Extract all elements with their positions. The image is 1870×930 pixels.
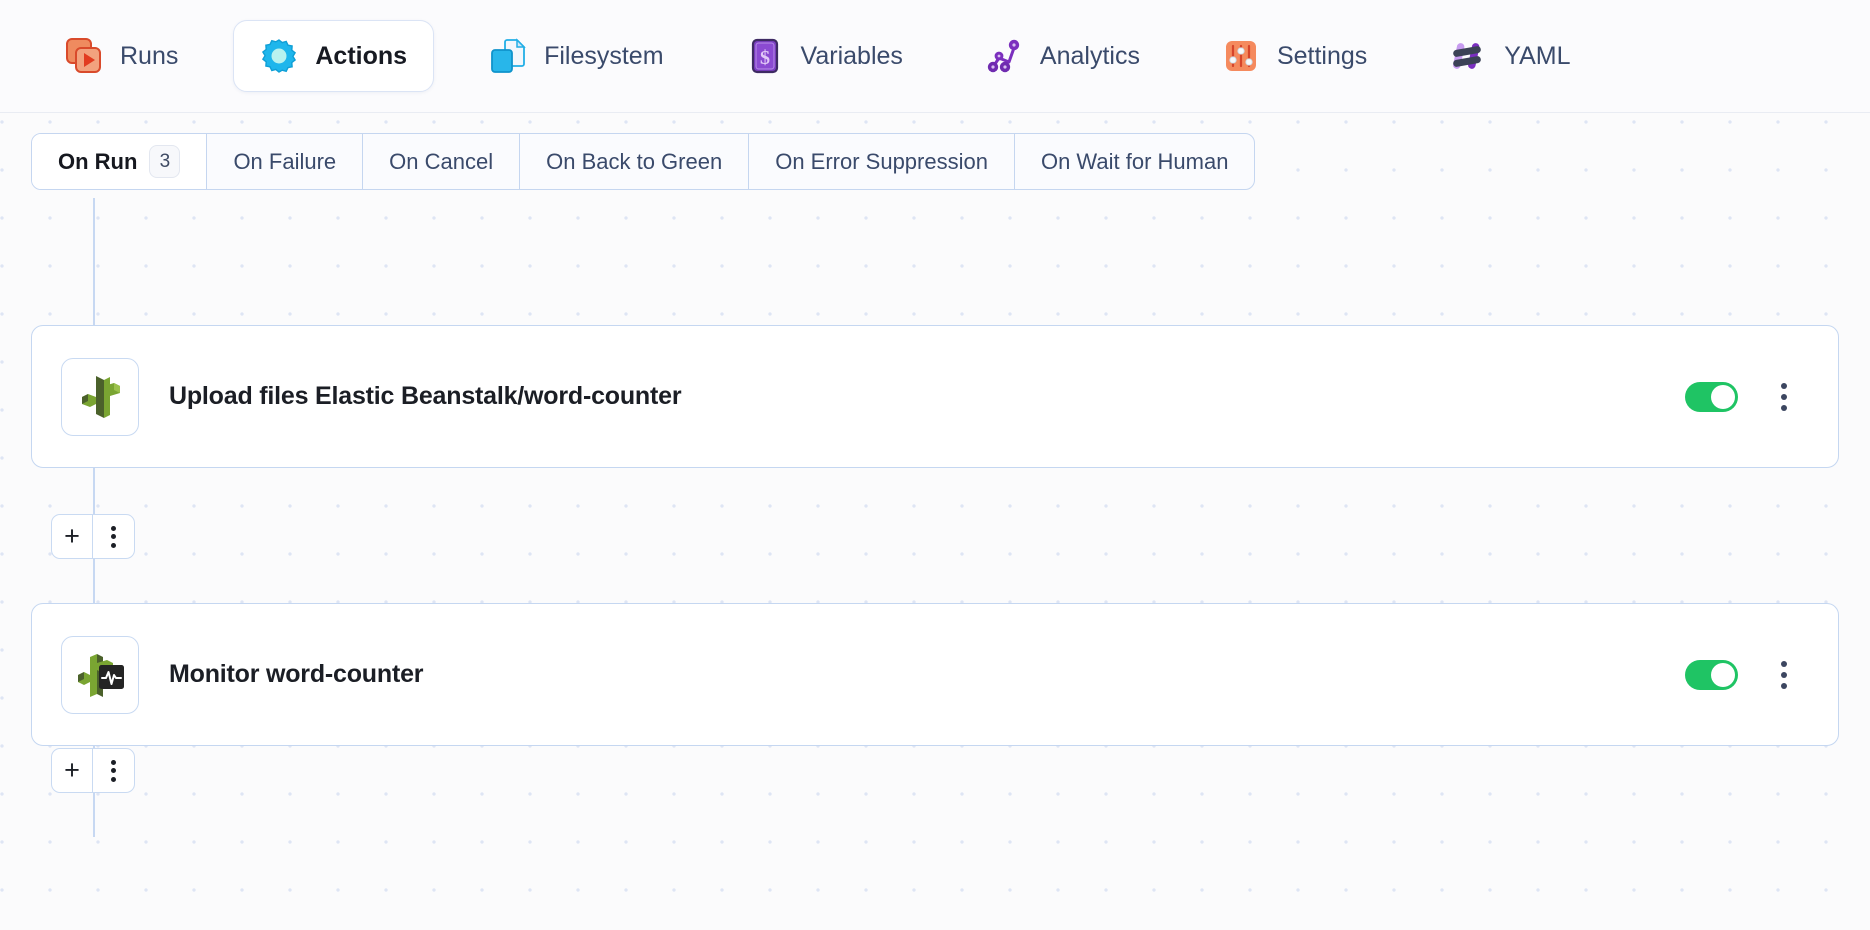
action-enabled-toggle[interactable] — [1685, 382, 1738, 412]
tab-on-wait-for-human[interactable]: On Wait for Human — [1015, 134, 1254, 189]
nav-item-actions[interactable]: Actions — [233, 20, 434, 92]
nav-item-analytics[interactable]: Analytics — [958, 20, 1167, 92]
nav-label-filesystem: Filesystem — [544, 42, 663, 71]
action-card-title: Monitor word-counter — [169, 660, 1685, 689]
nav-label-variables: Variables — [801, 42, 903, 71]
add-step-button[interactable]: + — [52, 749, 93, 792]
tab-label-on-run: On Run — [58, 149, 137, 175]
tab-label-on-error-suppression: On Error Suppression — [775, 149, 988, 175]
trigger-tab-bar: On Run 3 On Failure On Cancel On Back to… — [31, 133, 1255, 190]
connector-line-top — [93, 198, 95, 325]
add-step-pill: + — [51, 514, 135, 559]
add-step-pill: + — [51, 748, 135, 793]
nav-item-variables[interactable]: $ Variables — [719, 20, 930, 92]
action-card-controls — [1685, 659, 1797, 691]
tab-badge-on-run: 3 — [149, 145, 180, 178]
nav-item-settings[interactable]: Settings — [1195, 20, 1394, 92]
nav-label-actions: Actions — [315, 42, 407, 71]
nav-label-runs: Runs — [120, 42, 178, 71]
action-card-menu-button[interactable] — [1771, 381, 1797, 413]
filesystem-icon — [489, 37, 527, 75]
connector-line-middle-upper — [93, 468, 95, 517]
kebab-icon — [111, 760, 116, 782]
action-card-controls — [1685, 381, 1797, 413]
nav-item-filesystem[interactable]: Filesystem — [462, 20, 690, 92]
connector-line-bottom-lower — [93, 793, 95, 837]
tab-on-run[interactable]: On Run 3 — [32, 134, 207, 189]
workflow-canvas: On Run 3 On Failure On Cancel On Back to… — [0, 113, 1870, 930]
tab-on-cancel[interactable]: On Cancel — [363, 134, 520, 189]
action-enabled-toggle[interactable] — [1685, 660, 1738, 690]
top-navigation: Runs Actions Filesystem $ — [0, 0, 1870, 113]
nav-item-yaml[interactable]: YAML — [1422, 20, 1597, 92]
yaml-icon — [1449, 37, 1487, 75]
tab-label-on-cancel: On Cancel — [389, 149, 493, 175]
add-step-button[interactable]: + — [52, 515, 93, 558]
elastic-beanstalk-icon — [61, 358, 139, 436]
analytics-icon — [985, 37, 1023, 75]
nav-label-settings: Settings — [1277, 42, 1367, 71]
elastic-beanstalk-monitor-icon — [61, 636, 139, 714]
action-card-menu-button[interactable] — [1771, 659, 1797, 691]
tab-on-error-suppression[interactable]: On Error Suppression — [749, 134, 1015, 189]
tab-label-on-failure: On Failure — [233, 149, 336, 175]
tab-label-on-back-to-green: On Back to Green — [546, 149, 722, 175]
action-card-title: Upload files Elastic Beanstalk/word-coun… — [169, 382, 1685, 411]
nav-label-yaml: YAML — [1504, 42, 1570, 71]
kebab-icon — [111, 526, 116, 548]
actions-icon — [260, 37, 298, 75]
plus-icon: + — [64, 757, 80, 784]
plus-icon: + — [64, 523, 80, 550]
variables-icon: $ — [746, 37, 784, 75]
tab-on-failure[interactable]: On Failure — [207, 134, 363, 189]
action-card[interactable]: Upload files Elastic Beanstalk/word-coun… — [31, 325, 1839, 468]
tab-label-on-wait-for-human: On Wait for Human — [1041, 149, 1228, 175]
add-step-menu-button[interactable] — [93, 515, 134, 558]
settings-icon — [1222, 37, 1260, 75]
nav-item-runs[interactable]: Runs — [38, 20, 205, 92]
tab-on-back-to-green[interactable]: On Back to Green — [520, 134, 749, 189]
add-step-menu-button[interactable] — [93, 749, 134, 792]
runs-icon — [65, 37, 103, 75]
action-card[interactable]: Monitor word-counter — [31, 603, 1839, 746]
svg-text:$: $ — [760, 47, 770, 69]
nav-label-analytics: Analytics — [1040, 42, 1140, 71]
connector-line-middle-lower — [93, 559, 95, 603]
